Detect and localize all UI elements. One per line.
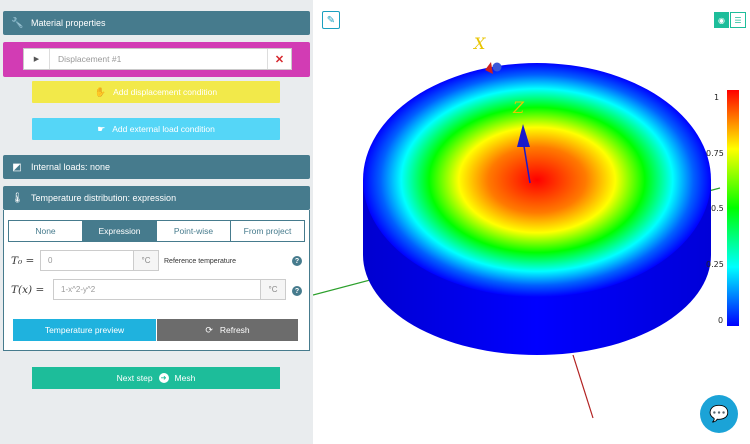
add-external-load-label: Add external load condition xyxy=(112,124,215,134)
displacement-name-input[interactable]: Displacement #1 xyxy=(50,54,267,64)
thermometer-icon: 🌡 xyxy=(11,192,24,204)
hand-push-icon: ☛ xyxy=(97,123,106,134)
camera-icon[interactable]: ◉ xyxy=(714,12,729,28)
add-displacement-label: Add displacement condition xyxy=(113,87,218,97)
x-axis-marker xyxy=(492,62,502,72)
tx-unit: °C xyxy=(260,279,286,300)
temperature-plot[interactable]: Z X xyxy=(313,0,750,444)
x-axis-label: X xyxy=(472,34,486,53)
t0-unit: °C xyxy=(133,250,159,271)
next-target-label: Mesh xyxy=(174,373,196,383)
colorbar-tick-0: 0 xyxy=(718,316,724,325)
t0-input[interactable]: 0 xyxy=(40,250,134,271)
next-step-button[interactable]: Next step ➜ Mesh xyxy=(32,367,280,389)
wrench-icon: 🔧 xyxy=(11,17,24,29)
expand-caret-icon[interactable]: ▶ xyxy=(24,49,50,69)
tab-none[interactable]: None xyxy=(9,221,83,241)
refresh-icon: ⟳ xyxy=(205,324,213,335)
settings-sliders-icon[interactable]: ☰ xyxy=(730,12,746,28)
cylinder-top-surface xyxy=(363,63,711,297)
temperature-preview-button[interactable]: Temperature preview xyxy=(13,319,156,341)
hand-pointer-icon: ✋ xyxy=(94,86,107,97)
next-step-label: Next step xyxy=(116,373,153,383)
colorbar-tick-075: 0.75 xyxy=(706,149,724,158)
displacement-row: ▶ Displacement #1 ✕ xyxy=(23,48,292,70)
arrow-right-icon: ➜ xyxy=(158,373,169,383)
colorbar-tick-1: 1 xyxy=(714,93,720,102)
refresh-label: Refresh xyxy=(219,325,250,335)
left-panel: 🔧 Material properties ▶ Displacement #1 … xyxy=(0,0,313,444)
temperature-header-label: Temperature distribution: expression xyxy=(31,193,177,203)
tab-expression[interactable]: Expression xyxy=(83,221,157,241)
refresh-button[interactable]: ⟳ Refresh xyxy=(157,319,298,341)
x-axis-lower-line xyxy=(572,354,594,419)
tab-point-wise[interactable]: Point-wise xyxy=(157,221,231,241)
colorbar xyxy=(727,90,739,326)
tx-help-icon[interactable]: ? xyxy=(292,286,302,296)
load-square-icon: ◩ xyxy=(12,161,22,173)
colorbar-tick-05: 0.5 xyxy=(711,204,724,213)
t0-help-icon[interactable]: ? xyxy=(292,256,302,266)
tx-label: T(x) = xyxy=(11,284,45,296)
temperature-expression-input[interactable]: 1-x^2-y^2 xyxy=(53,279,261,300)
add-external-load-button[interactable]: ☛ Add external load condition xyxy=(32,118,280,140)
t0-label: T₀ = xyxy=(11,255,35,267)
3d-viewer[interactable]: Z X 1 0.75 0.5 0.25 0 xyxy=(313,0,750,444)
z-axis-label: Z xyxy=(512,98,525,117)
temperature-header[interactable]: 🌡 Temperature distribution: expression xyxy=(3,186,310,210)
temperature-mode-tabs: None Expression Point-wise From project xyxy=(8,220,305,242)
add-displacement-button[interactable]: ✋ Add displacement condition xyxy=(32,81,280,103)
material-properties-label: Material properties xyxy=(31,18,106,28)
internal-loads-header[interactable]: ◩ Internal loads: none xyxy=(3,155,310,179)
chat-bubble-icon[interactable]: 💬 xyxy=(700,395,738,433)
material-properties-header[interactable]: 🔧 Material properties xyxy=(3,11,310,35)
remove-displacement-icon[interactable]: ✕ xyxy=(267,49,291,69)
tab-from-project[interactable]: From project xyxy=(231,221,304,241)
reference-temperature-label: Reference temperature xyxy=(164,258,236,265)
edit-icon[interactable]: ✎ xyxy=(322,11,340,29)
colorbar-tick-025: 0.25 xyxy=(706,260,724,269)
internal-loads-label: Internal loads: none xyxy=(31,162,111,172)
